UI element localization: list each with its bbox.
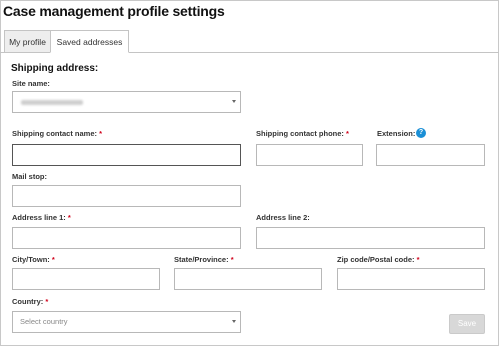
site-name-label: Site name: <box>12 79 50 88</box>
info-icon[interactable]: ? <box>416 128 426 138</box>
zip-label: Zip code/Postal code: * <box>337 255 420 264</box>
chevron-down-icon <box>232 100 236 103</box>
contact-name-input[interactable] <box>12 144 241 166</box>
tab-saved-addresses[interactable]: Saved addresses <box>50 30 129 53</box>
country-selected-value: Select country <box>20 317 68 326</box>
extension-input[interactable] <box>376 144 485 166</box>
contact-phone-label: Shipping contact phone: * <box>256 129 349 138</box>
zip-input[interactable] <box>337 268 485 290</box>
country-label: Country: * <box>12 297 49 306</box>
state-input[interactable] <box>174 268 322 290</box>
address-line-1-label: Address line 1: * <box>12 213 71 222</box>
mail-stop-input[interactable] <box>12 185 241 207</box>
save-button[interactable]: Save <box>449 314 485 334</box>
mail-stop-label: Mail stop: <box>12 172 47 181</box>
city-input[interactable] <box>12 268 160 290</box>
section-title: Shipping address: <box>11 63 99 74</box>
tab-my-profile[interactable]: My profile <box>4 30 51 53</box>
contact-name-label: Shipping contact name: * <box>12 129 103 138</box>
address-line-1-input[interactable] <box>12 227 241 249</box>
address-line-2-label: Address line 2: <box>256 213 310 222</box>
country-select[interactable]: Select country <box>12 311 241 333</box>
extension-label: Extension: <box>377 129 416 138</box>
site-name-redacted-value <box>21 100 83 105</box>
city-label: City/Town: * <box>12 255 55 264</box>
chevron-down-icon <box>232 320 236 323</box>
site-name-select[interactable] <box>12 91 241 113</box>
contact-phone-input[interactable] <box>256 144 363 166</box>
page-title: Case management profile settings <box>3 3 225 19</box>
state-label: State/Province: * <box>174 255 234 264</box>
address-line-2-input[interactable] <box>256 227 485 249</box>
